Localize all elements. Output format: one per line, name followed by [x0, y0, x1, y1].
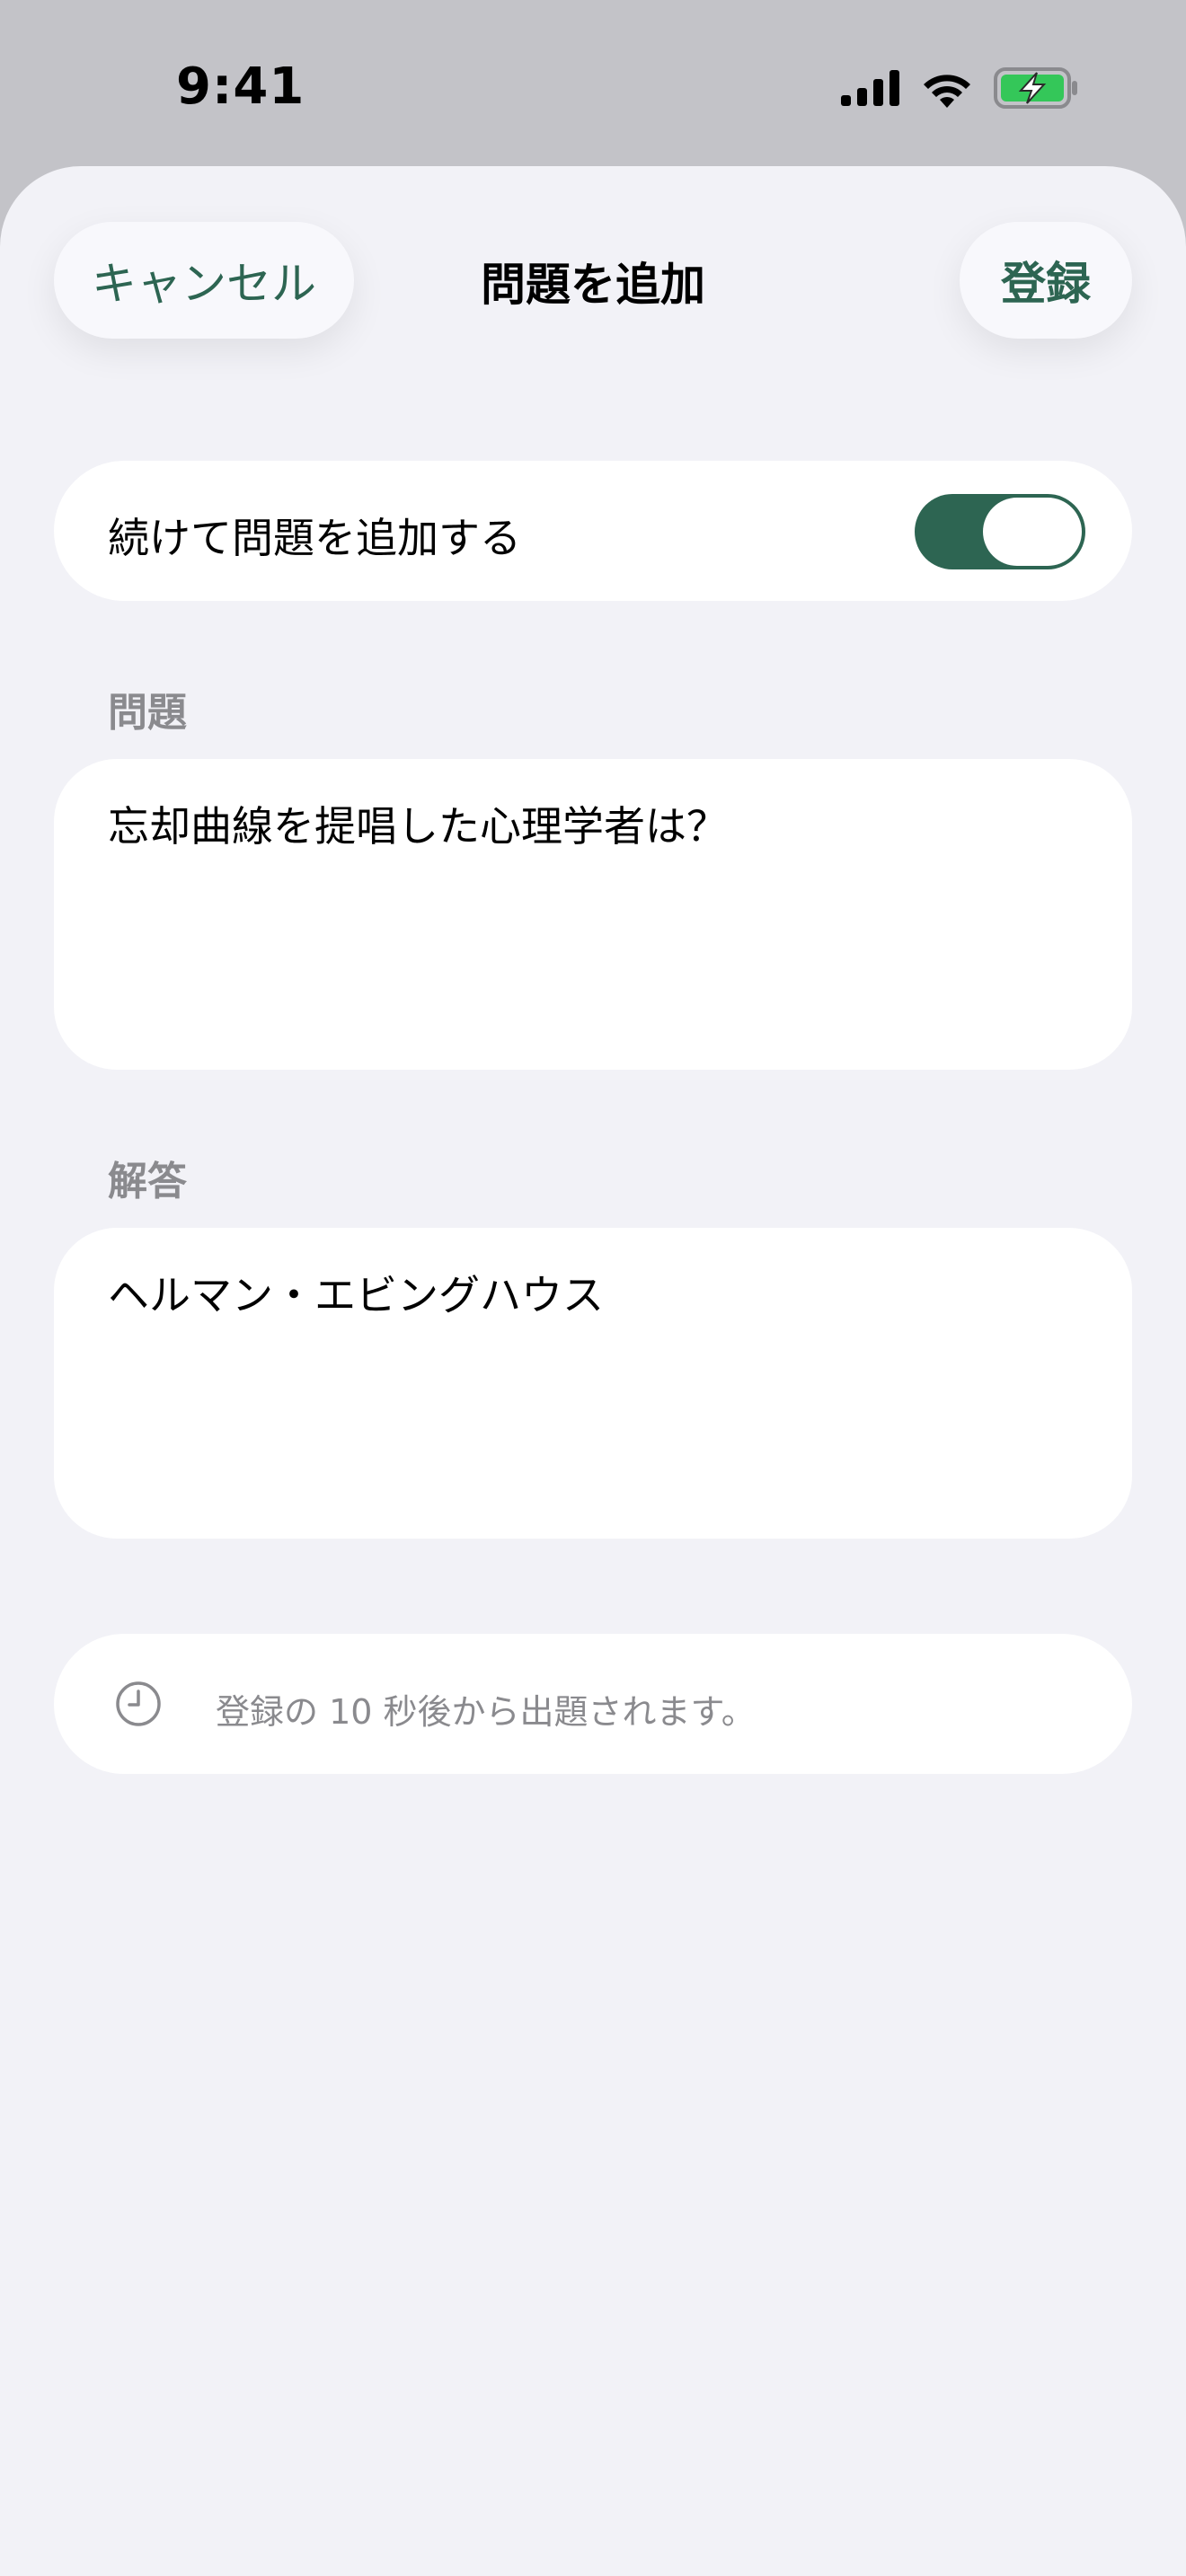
question-text-area[interactable]: 忘却曲線を提唱した心理学者は？	[54, 759, 1132, 1070]
status-bar: 9:41	[0, 0, 1186, 166]
continuous-add-toggle[interactable]	[915, 494, 1085, 569]
register-button[interactable]: 登録	[960, 222, 1132, 339]
wifi-icon	[924, 75, 970, 108]
schedule-info-row: 登録の 10 秒後から出題されます。	[54, 1634, 1132, 1774]
status-time: 9:41	[176, 57, 305, 116]
toggle-knob	[983, 498, 1082, 566]
answer-section-label: 解答	[108, 1159, 187, 1204]
continuous-add-label: 続けて問題を追加する	[108, 514, 521, 562]
cellular-signal-icon	[841, 70, 899, 106]
question-section-label: 問題	[108, 690, 187, 736]
continuous-add-row: 続けて問題を追加する	[54, 461, 1132, 601]
screen: 9:41 キャンセル 問題を追加 登録 続けて問題を追加する 問題 忘却曲線を提…	[0, 0, 1186, 2576]
add-question-sheet: キャンセル 問題を追加 登録 続けて問題を追加する 問題 忘却曲線を提唱した心理…	[0, 166, 1186, 2576]
answer-text: ヘルマン・エビングハウス	[108, 1271, 604, 1319]
status-icons	[841, 63, 1078, 113]
battery-charging-icon	[994, 67, 1077, 109]
question-text: 忘却曲線を提唱した心理学者は？	[108, 802, 728, 851]
answer-text-area[interactable]: ヘルマン・エビングハウス	[54, 1228, 1132, 1539]
clock-icon	[116, 1681, 161, 1726]
schedule-info-text: 登録の 10 秒後から出題されます。	[216, 1692, 756, 1732]
nav-bar: キャンセル 問題を追加 登録	[0, 166, 1186, 391]
